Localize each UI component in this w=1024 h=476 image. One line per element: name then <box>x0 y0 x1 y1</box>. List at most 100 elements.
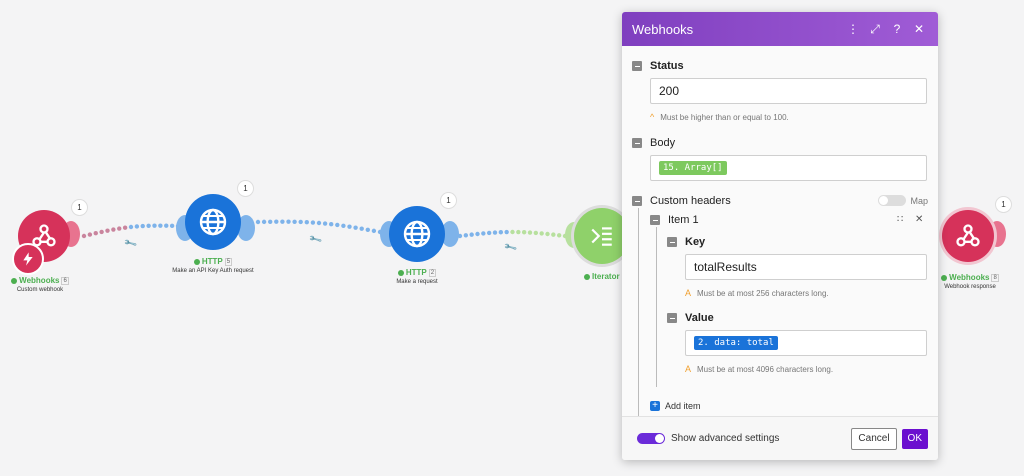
connection-dot <box>486 230 492 236</box>
connection-dot <box>158 223 163 228</box>
ok-button[interactable]: OK <box>901 428 928 449</box>
connection-dot <box>527 230 533 235</box>
collapse-toggle[interactable] <box>650 215 660 225</box>
node-label: HTTP 5 Make an API Key Auth request <box>172 257 254 275</box>
connection-dot <box>286 219 291 224</box>
connection-dot <box>146 223 151 228</box>
key-input[interactable]: totalResults <box>685 254 927 280</box>
connection-dot <box>261 219 267 225</box>
modal-body: Status 200 ^ Must be higher than or equal… <box>622 46 938 418</box>
body-input[interactable]: 15. Array[] <box>650 155 927 181</box>
connection-dot <box>371 228 377 234</box>
connection-dot <box>87 232 93 237</box>
connection-dot <box>329 221 334 227</box>
connection-dot <box>539 231 544 236</box>
node-label: Iterator3 <box>584 272 629 282</box>
key-hint: A Must be at most 256 characters long. <box>685 288 829 298</box>
collapse-toggle[interactable] <box>632 196 642 206</box>
modal-title: Webhooks <box>632 21 694 37</box>
connection-dot <box>117 226 122 231</box>
collapse-toggle[interactable] <box>632 61 642 71</box>
value-hint: A Must be at most 4096 characters long. <box>685 364 834 374</box>
node-badge: 1 <box>238 181 253 196</box>
status-input[interactable]: 200 <box>650 78 927 104</box>
body-section: Body <box>632 137 928 149</box>
cancel-button[interactable]: Cancel <box>851 427 897 450</box>
connection-dot <box>292 219 297 224</box>
advanced-settings-label: Show advanced settings <box>671 433 780 444</box>
close-icon[interactable]: ✕ <box>915 214 923 225</box>
key-section: Key <box>667 236 928 248</box>
connection-dot <box>255 219 261 225</box>
collapse-toggle[interactable] <box>632 138 642 148</box>
collapse-toggle[interactable] <box>667 237 677 247</box>
connection-dot <box>335 222 340 228</box>
connection-dot <box>359 226 364 231</box>
item-1: Item 1 <box>650 214 928 226</box>
connection-dot <box>353 225 358 230</box>
plus-icon: + <box>650 401 660 411</box>
value-section: Value <box>667 312 928 324</box>
value-label: Value <box>685 312 714 324</box>
connection-dot <box>298 219 303 225</box>
value-input[interactable]: 2. data: total <box>685 330 927 356</box>
headers-section: Custom headers Map <box>632 195 928 207</box>
warning-icon: A <box>685 288 692 298</box>
http-node-1[interactable] <box>185 194 241 250</box>
connection-dot <box>347 224 352 229</box>
tree-line <box>656 227 657 387</box>
connection-dot <box>533 230 539 236</box>
connection-dot <box>304 219 309 225</box>
connection-dot <box>99 229 104 235</box>
connection-dot <box>551 232 556 237</box>
help-icon[interactable]: ? <box>888 20 906 38</box>
node-badge: 1 <box>996 197 1011 212</box>
connection-dot <box>280 219 285 224</box>
close-icon[interactable]: ✕ <box>910 20 928 38</box>
globe-icon <box>199 208 227 236</box>
node-label: Webhooks 6 Custom webhook <box>10 276 70 293</box>
connection-dot <box>481 231 486 236</box>
globe-icon <box>403 220 431 248</box>
expand-icon[interactable]: ⤢ <box>866 20 884 38</box>
warning-icon: ^ <box>650 112 655 122</box>
webhooks-node-2[interactable] <box>942 210 994 262</box>
connection-dot <box>463 233 469 238</box>
connection-dot <box>268 219 273 224</box>
connection-dot <box>316 220 322 226</box>
key-label: Key <box>685 236 706 248</box>
vertical-dots-icon[interactable]: ⋮ <box>844 20 862 38</box>
webhooks-modal: Webhooks ⋮ ⤢ ? ✕ Status 200 ^ Must be hig… <box>622 12 938 460</box>
tree-line <box>638 208 639 418</box>
iterator-icon <box>591 227 612 246</box>
status-section: Status <box>632 60 928 72</box>
connection-dot <box>81 233 87 239</box>
item-label: Item 1 <box>668 214 699 226</box>
webhook-icon <box>956 224 980 247</box>
advanced-settings-toggle[interactable] <box>637 433 665 444</box>
connection-dot <box>274 219 279 224</box>
connection-dot <box>105 228 110 233</box>
connection-dot <box>152 223 157 228</box>
connection-dot <box>504 229 509 235</box>
connection-dot <box>322 221 328 226</box>
connection-dot <box>140 223 145 229</box>
modal-footer: Show advanced settings Cancel OK <box>622 416 938 460</box>
connection-dot <box>521 230 527 235</box>
drag-handle-icon[interactable]: ∷ <box>897 214 903 225</box>
map-toggle[interactable]: Map <box>878 195 928 206</box>
connection-dot <box>93 231 98 236</box>
connection-dot <box>475 231 480 237</box>
connection-dot <box>134 224 140 229</box>
connection-dot <box>545 231 550 237</box>
add-item-button[interactable]: + Add item <box>650 401 701 411</box>
body-pill[interactable]: 15. Array[] <box>659 161 727 175</box>
http-node-2[interactable] <box>389 206 445 262</box>
node-label: Webhooks 8 Webhook response <box>938 273 1002 290</box>
connection-dot <box>310 220 316 225</box>
connection-dot <box>341 223 346 228</box>
status-label: Status <box>650 60 684 72</box>
status-hint: ^ Must be higher than or equal to 100. <box>650 112 789 122</box>
value-pill[interactable]: 2. data: total <box>694 336 778 350</box>
collapse-toggle[interactable] <box>667 313 677 323</box>
